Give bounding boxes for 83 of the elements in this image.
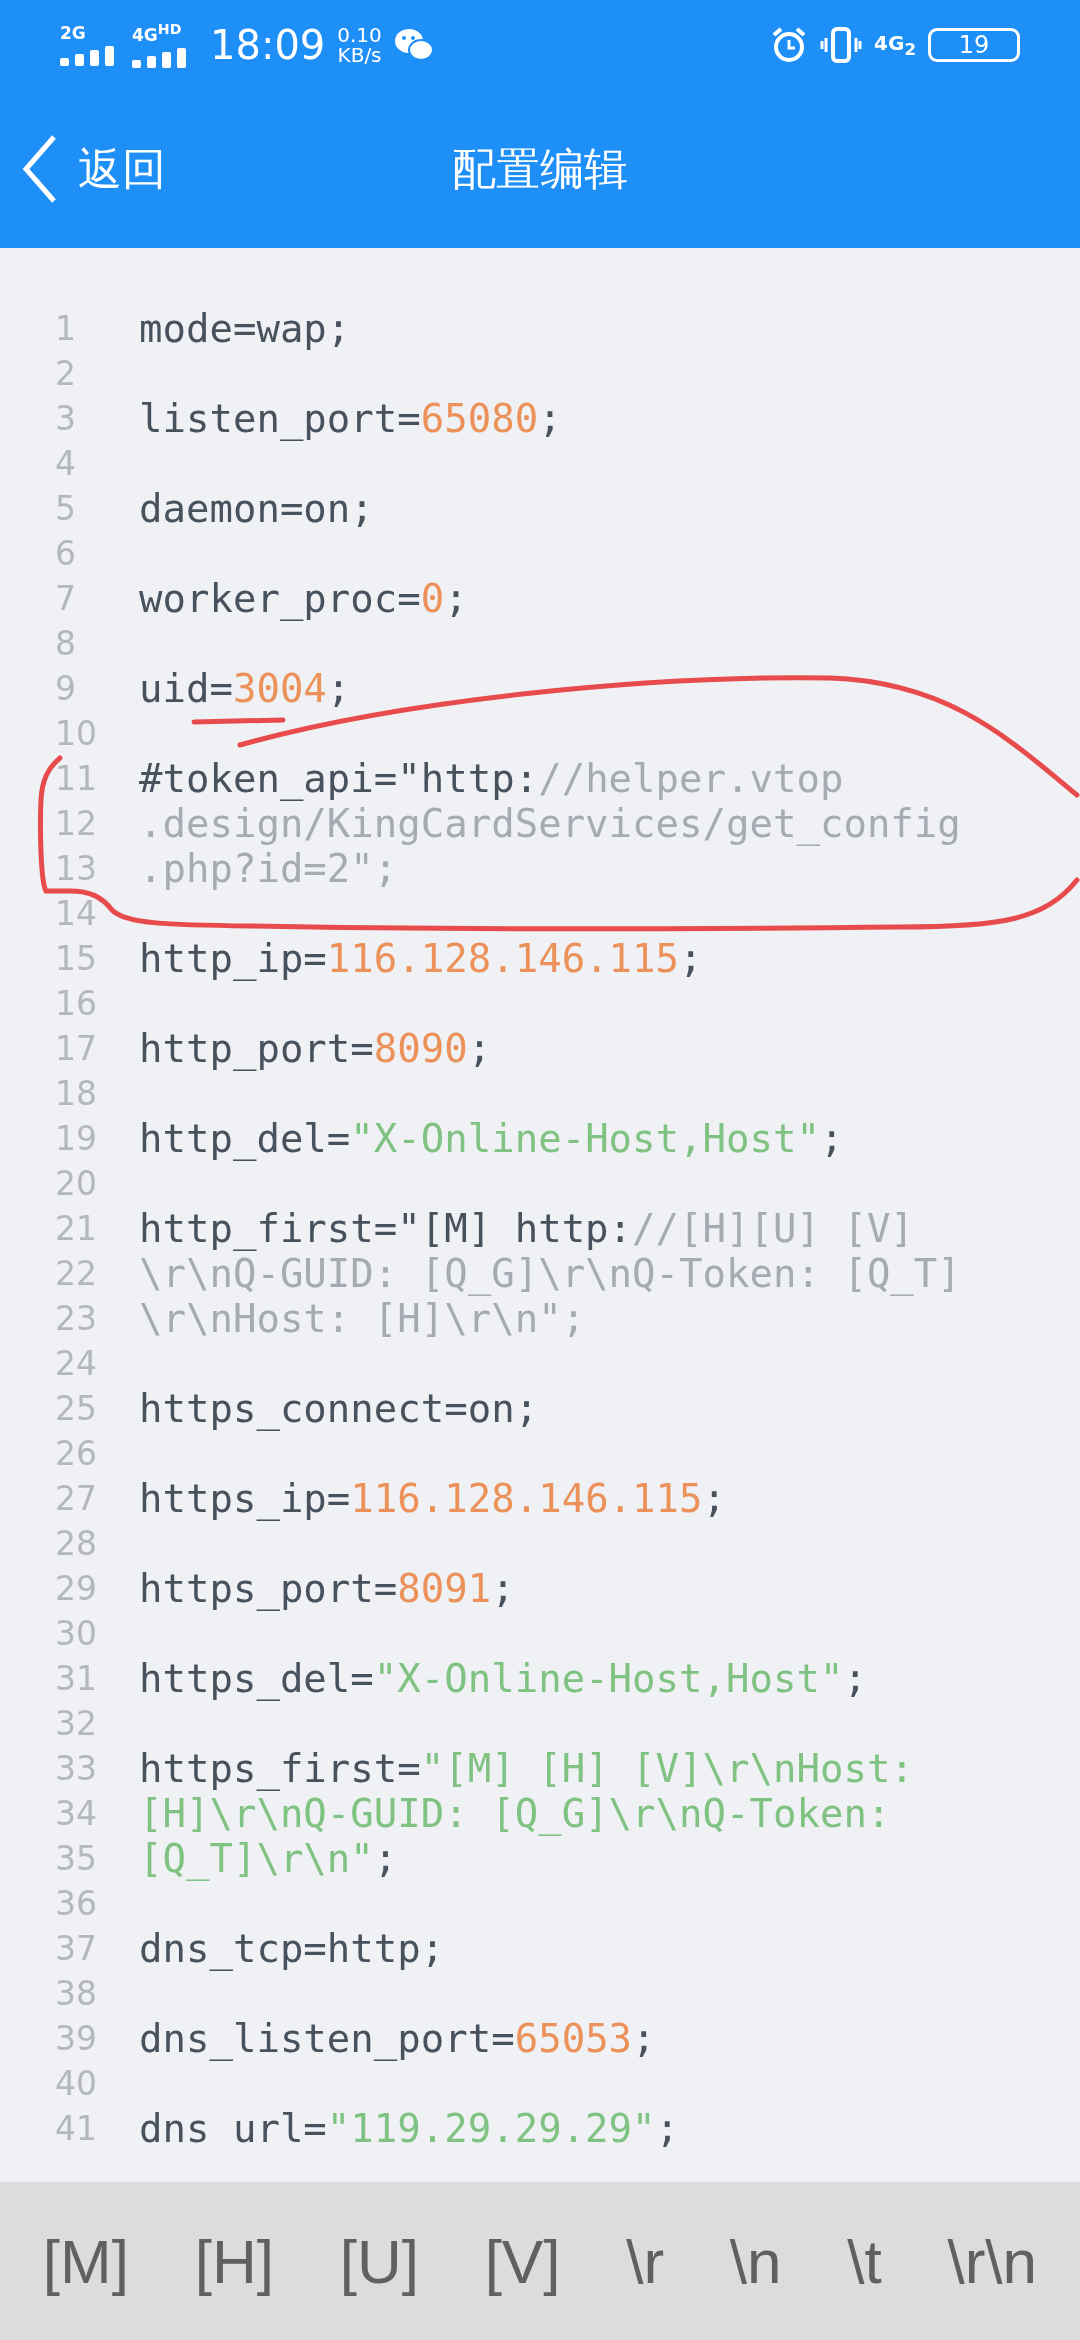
insert-key[interactable]: \r\n [943, 2215, 1042, 2307]
line-number: 20 [54, 1164, 98, 1203]
line-number: 15 [54, 939, 98, 978]
line-number: 17 [54, 1029, 98, 1068]
line-number: 33 [54, 1749, 98, 1788]
code-line: https_ip=116.128.146.115; [139, 1476, 726, 1521]
code-line: dns url="119.29.29.29"; [139, 2106, 680, 2151]
code-line: .design/KingCardServices/get_config [139, 801, 961, 846]
line-number: 34 [54, 1794, 98, 1833]
line-number: 13 [54, 849, 98, 888]
line-number: 39 [54, 2019, 98, 2058]
line-number: 10 [54, 714, 98, 753]
line-number: 35 [54, 1839, 98, 1878]
line-number: 38 [54, 1974, 98, 2013]
line-number: 28 [54, 1524, 98, 1563]
code-line: uid=3004; [139, 666, 351, 711]
line-number: 36 [54, 1884, 98, 1923]
code-line: [Q_T]\r\n"; [139, 1836, 398, 1881]
code-line: http_ip=116.128.146.115; [139, 936, 703, 981]
line-number: 37 [54, 1929, 98, 1968]
line-number: 5 [54, 489, 77, 528]
back-button[interactable]: 返回 [0, 119, 166, 219]
insert-key[interactable]: \r [622, 2215, 669, 2307]
line-number: 9 [54, 669, 77, 708]
insert-key[interactable]: [M] [38, 2215, 133, 2307]
line-number: 19 [54, 1119, 98, 1158]
line-number: 18 [54, 1074, 98, 1113]
insert-key[interactable]: [H] [190, 2215, 278, 2307]
line-number: 30 [54, 1614, 98, 1653]
code-line: http_del="X-Online-Host,Host"; [139, 1116, 844, 1161]
line-number: 16 [54, 984, 98, 1023]
line-number: 32 [54, 1704, 98, 1743]
code-line: daemon=on; [139, 486, 374, 531]
line-number: 22 [54, 1254, 98, 1293]
line-number: 2 [54, 354, 77, 393]
line-number: 7 [54, 579, 77, 618]
line-number: 12 [54, 804, 98, 843]
line-number: 8 [54, 624, 77, 663]
line-number: 3 [54, 399, 77, 438]
line-number: 21 [54, 1209, 98, 1248]
line-number: 4 [54, 444, 77, 483]
code-line: http_first="[M] http://[H][U] [V] [139, 1206, 914, 1251]
line-number: 23 [54, 1299, 98, 1338]
insert-key[interactable]: [V] [480, 2215, 565, 2307]
code-line: worker_proc=0; [139, 576, 468, 621]
code-line: https_port=8091; [139, 1566, 515, 1611]
line-number: 31 [54, 1659, 98, 1698]
line-number: 14 [54, 894, 98, 933]
clock: 18:09 [210, 22, 326, 68]
line-number: 25 [54, 1389, 98, 1428]
code-line: dns_listen_port=65053; [139, 2016, 656, 2061]
line-number: 1 [54, 309, 77, 348]
code-line: #token_api="http://helper.vtop [139, 756, 844, 801]
code-line: https_first="[M] [H] [V]\r\nHost: [139, 1746, 914, 1791]
network-label: 2G [60, 24, 86, 42]
code-line: mode=wap; [139, 306, 351, 351]
code-line: dns_tcp=http; [139, 1926, 445, 1971]
page-title: 配置编辑 [452, 141, 628, 196]
code-line: [H]\r\nQ-GUID: [Q_G]\r\nQ-Token: [139, 1791, 891, 1836]
insert-key[interactable]: \t [843, 2215, 886, 2307]
network-label: 4G$^{HD}$ [132, 22, 182, 44]
speed-unit: KB/s [337, 45, 382, 65]
code-line: listen_port=65080; [139, 396, 562, 441]
code-line: .php?id=2"; [139, 846, 398, 891]
code-line: https_del="X-Online-Host,Host"; [139, 1656, 867, 1701]
line-number: 41 [54, 2109, 98, 2148]
speed-value: 0.10 [337, 25, 382, 45]
code-line: \r\nHost: [H]\r\n"; [139, 1296, 586, 1341]
line-number: 29 [54, 1569, 98, 1608]
insert-key[interactable]: \n [725, 2215, 786, 2307]
network-label: 4G$_{2}$ [874, 31, 916, 59]
line-number: 40 [54, 2064, 98, 2103]
code-line: https_connect=on; [139, 1386, 539, 1431]
battery-icon: 19 [928, 28, 1020, 62]
line-number: 26 [54, 1434, 98, 1473]
code-line: \r\nQ-GUID: [Q_G]\r\nQ-Token: [Q_T] [139, 1251, 961, 1296]
vibrate-icon [820, 26, 863, 64]
line-number: 24 [54, 1344, 98, 1383]
line-number: 27 [54, 1479, 98, 1518]
line-number: 11 [54, 759, 98, 798]
line-number: 6 [54, 534, 77, 573]
insert-key[interactable]: [U] [335, 2215, 423, 2307]
code-line: http_port=8090; [139, 1026, 492, 1071]
